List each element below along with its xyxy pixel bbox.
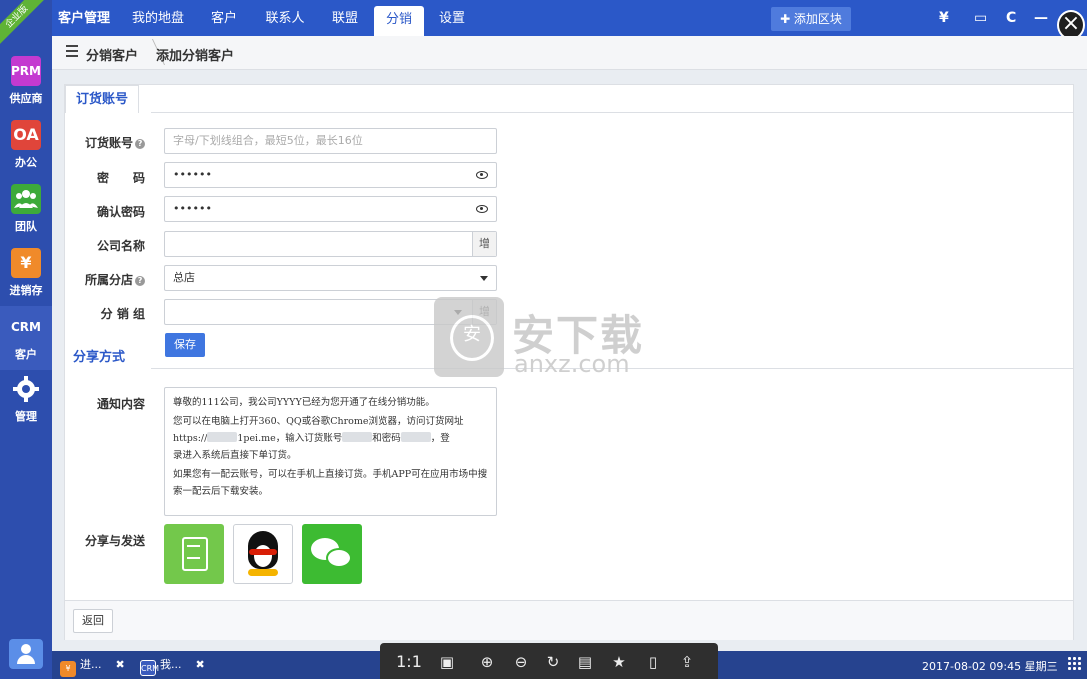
actual-size-button[interactable]: 1:1	[396, 653, 422, 671]
gear-icon	[11, 374, 41, 404]
taskbar-task-inventory[interactable]: ¥ 进... ✖	[60, 655, 125, 677]
notice-paragraph: 如果您有一配云账号，可以在手机上直接订货。手机APP可在应用市场中搜索一配云后下…	[173, 469, 488, 497]
chevron-down-icon	[480, 276, 488, 281]
taskbar-task-crm[interactable]: CRM我... ✖	[140, 655, 205, 676]
branch-label: 所属分店?	[85, 271, 146, 288]
close-icon[interactable]: ✖	[116, 658, 125, 671]
share-icon[interactable]: ⇪	[678, 653, 696, 671]
wechat-share-button[interactable]	[302, 524, 362, 584]
company-name-input[interactable]: 增	[164, 231, 497, 257]
tab-alliance[interactable]: 联盟	[324, 0, 366, 36]
tab-settings[interactable]: 设置	[430, 0, 474, 36]
zoom-out-icon[interactable]: ⊖	[512, 653, 530, 671]
section-divider	[151, 112, 1073, 113]
menu-icon[interactable]	[66, 45, 78, 57]
breadcrumb-item-distribution-customers[interactable]: 分销客户	[86, 45, 138, 64]
prm-icon: PRM	[11, 56, 41, 86]
clock: 2017-08-02 09:45 星期三	[922, 660, 1058, 673]
password-label: 密 码	[96, 171, 145, 185]
save-button[interactable]: 保存	[165, 333, 205, 357]
bookmark-icon[interactable]: ★	[610, 653, 628, 671]
confirm-password-input[interactable]: ••••••	[164, 196, 497, 222]
company-add-button[interactable]: 增	[472, 232, 496, 256]
sidebar-item-label: 进销存	[9, 284, 43, 297]
sidebar-item-team[interactable]: 团队	[0, 178, 52, 242]
help-icon[interactable]: ?	[135, 276, 146, 286]
sidebar-item-office[interactable]: OA 办公	[0, 114, 52, 178]
watermark-shield-icon	[434, 297, 504, 377]
notice-content-textarea[interactable]: 尊敬的111公司，我公司YYYY已经为您开通了在线分销功能。 您可以在电脑上打开…	[164, 387, 497, 516]
team-icon	[11, 184, 41, 214]
sidebar-item-manage[interactable]: 管理	[0, 368, 52, 432]
tab-customers[interactable]: 客户	[202, 0, 246, 36]
tab-customer-management[interactable]: 客户管理	[52, 0, 116, 36]
user-avatar-button[interactable]	[9, 639, 43, 669]
section-tab-account[interactable]: 订货账号	[65, 85, 140, 113]
crm-icon: CRM	[11, 320, 41, 334]
yuan-icon: ¥	[11, 248, 41, 278]
watermark-subtext: anxz.com	[514, 350, 630, 378]
eye-icon[interactable]	[476, 171, 488, 179]
crm-icon: CRM	[140, 660, 159, 676]
sidebar-item-customer[interactable]: CRM 客户	[0, 306, 52, 370]
sidebar-item-supplier[interactable]: PRM 供应商	[0, 50, 52, 114]
fit-screen-icon[interactable]: ▣	[438, 653, 456, 671]
back-button[interactable]: 返回	[73, 609, 113, 633]
distribution-group-label: 分 销 组	[100, 307, 145, 321]
save-icon[interactable]: ▤	[576, 653, 594, 671]
yuan-icon[interactable]: ¥	[939, 0, 949, 36]
notice-paragraph: 尊敬的111公司，我公司YYYY已经为您开通了在线分销功能。	[173, 397, 435, 408]
confirm-password-label: 确认密码	[96, 205, 145, 219]
sidebar-item-label: 管理	[15, 410, 37, 423]
notice-content-label: 通知内容	[96, 397, 145, 411]
qq-share-button[interactable]	[233, 524, 293, 584]
zoom-in-icon[interactable]: ⊕	[478, 653, 496, 671]
rotate-icon[interactable]: ↻	[544, 653, 562, 671]
branch-select[interactable]: 总店	[164, 265, 497, 291]
account-input[interactable]: 字母/下划线组合，最短5位，最长16位	[164, 128, 497, 154]
sidebar: 企业版 PRM 供应商 OA 办公 团队 ¥ 进销存 CRM 客户 管理	[0, 0, 52, 679]
sidebar-item-label: 办公	[15, 156, 37, 169]
password-input[interactable]: ••••••	[164, 162, 497, 188]
add-block-button[interactable]: ✚ 添加区块	[771, 7, 851, 31]
share-send-label: 分享与发送	[85, 534, 146, 548]
edition-ribbon: 企业版	[0, 0, 44, 44]
close-icon[interactable]: ✖	[196, 658, 205, 671]
help-icon[interactable]: ?	[135, 139, 146, 149]
eye-icon[interactable]	[476, 205, 488, 213]
top-navigation: 客户管理 我的地盘 客户 联系人 联盟 分销 设置 ✚ 添加区块 ¥ ▭ C —	[52, 0, 1087, 36]
tab-contacts[interactable]: 联系人	[258, 0, 312, 36]
copy-document-share-button[interactable]	[164, 524, 224, 584]
breadcrumb-item-add-customer: 添加分销客户	[156, 49, 235, 64]
oa-icon: OA	[11, 120, 41, 150]
sidebar-item-inventory[interactable]: ¥ 进销存	[0, 242, 52, 306]
notice-paragraph: 您可以在电脑上打开360、QQ或谷歌Chrome浏览器，访问订货网址 https…	[173, 416, 464, 461]
company-name-label: 公司名称	[96, 239, 145, 253]
section-tab-share[interactable]: 分享方式	[65, 347, 134, 369]
sidebar-item-label: 团队	[15, 220, 37, 233]
tab-my-territory[interactable]: 我的地盘	[126, 0, 190, 36]
tab-distribution[interactable]: 分销	[374, 6, 424, 36]
grid-icon[interactable]	[1067, 656, 1083, 672]
sidebar-item-label: 供应商	[9, 92, 43, 105]
message-icon[interactable]: ▭	[974, 0, 987, 36]
sidebar-item-label: 客户	[15, 348, 37, 361]
tablet-icon[interactable]: ▯	[644, 653, 662, 671]
yuan-icon: ¥	[60, 661, 76, 677]
refresh-icon[interactable]: C	[1006, 0, 1016, 36]
account-label: 订货账号?	[85, 134, 146, 151]
image-viewer-toolbar: 1:1 ▣ ⊕ ⊖ ↻ ▤ ★ ▯ ⇪	[380, 643, 718, 679]
minimize-icon[interactable]: —	[1034, 0, 1048, 36]
footer-bar: 返回	[65, 600, 1073, 640]
breadcrumb: 分销客户 添加分销客户	[52, 36, 1087, 70]
